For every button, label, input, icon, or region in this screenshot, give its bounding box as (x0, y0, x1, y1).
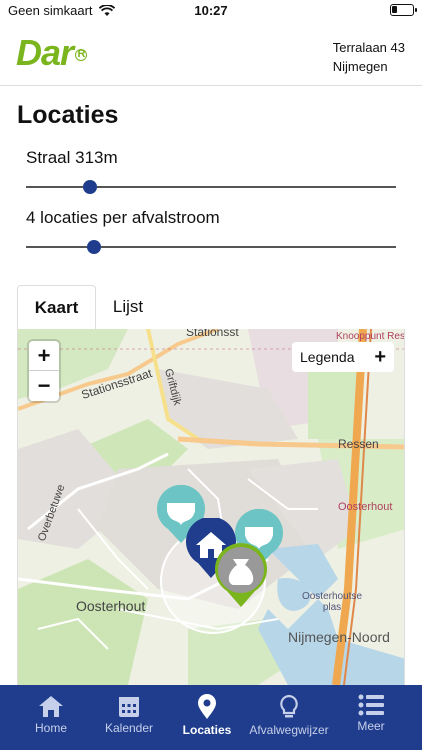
legend-button[interactable]: Legenda + (292, 342, 394, 372)
map-label: Ressen (338, 437, 379, 451)
home-icon (39, 696, 63, 717)
dar-logo: Dar R (16, 32, 88, 74)
map-label: Oosterhout (338, 501, 393, 513)
tab-kaart[interactable]: Kaart (17, 285, 96, 329)
radius-slider-label: Straal 313m (26, 148, 118, 167)
location-pin-icon (198, 694, 216, 719)
tabbar-item-home[interactable]: Home (18, 685, 84, 750)
address-street: Terralaan 43 (332, 40, 405, 55)
slider-track (26, 246, 396, 248)
waste-bag-marker[interactable] (212, 543, 270, 609)
calendar-icon (119, 697, 139, 717)
map-view[interactable]: Stationsstraat Stationsst Knooppunt Res … (17, 329, 405, 685)
zoom-out-button[interactable]: − (29, 371, 59, 401)
address-city: Nijmegen (332, 59, 388, 74)
map-label: Oosterhoutse plas (301, 591, 363, 613)
map-label: Oosterhout (76, 598, 146, 614)
view-tabs: Kaart Lijst (17, 285, 405, 329)
tab-lijst[interactable]: Lijst (104, 285, 152, 329)
slider-track (26, 186, 396, 188)
tabbar-label: Home (34, 721, 67, 735)
registered-mark-icon: R (75, 49, 88, 62)
tabbar-label: Afvalwegwijzer (249, 723, 329, 737)
tabbar-item-meer[interactable]: Meer (338, 685, 404, 750)
legend-expand-icon: + (374, 346, 386, 368)
map-label: Nijmegen-Noord (288, 629, 390, 645)
slider-thumb[interactable] (83, 180, 97, 194)
address-block[interactable]: Terralaan 43 Nijmegen (333, 38, 405, 76)
page-title: Locaties (17, 101, 119, 129)
menu-list-icon (358, 694, 384, 716)
locations-slider-label: 4 locaties per afvalstroom (26, 208, 220, 227)
status-bar: Geen simkaart 10:27 (0, 0, 422, 22)
tabbar-item-locaties[interactable]: Locaties (174, 685, 240, 750)
zoom-in-button[interactable]: + (29, 341, 59, 371)
bottom-tab-bar: Home Kalender Locaties Afvalwegwijzer Me… (0, 685, 422, 750)
app-header: Dar R Terralaan 43 Nijmegen (0, 22, 422, 86)
tabbar-label: Meer (357, 719, 385, 733)
zoom-control: + − (29, 341, 59, 401)
map-label: Stationsst (186, 329, 239, 339)
tabbar-item-kalender[interactable]: Kalender (96, 685, 162, 750)
map-label: Knooppunt Res (336, 331, 405, 342)
locations-slider[interactable] (26, 237, 396, 257)
tabbar-label: Locaties (182, 723, 232, 737)
clock: 10:27 (194, 3, 228, 18)
tabbar-item-afvalwegwijzer[interactable]: Afvalwegwijzer (244, 685, 334, 750)
legend-label: Legenda (300, 349, 355, 365)
radius-slider[interactable] (26, 177, 396, 197)
tabbar-label: Kalender (104, 721, 154, 735)
battery-icon (390, 4, 417, 16)
lightbulb-icon (280, 694, 298, 718)
slider-thumb[interactable] (87, 240, 101, 254)
